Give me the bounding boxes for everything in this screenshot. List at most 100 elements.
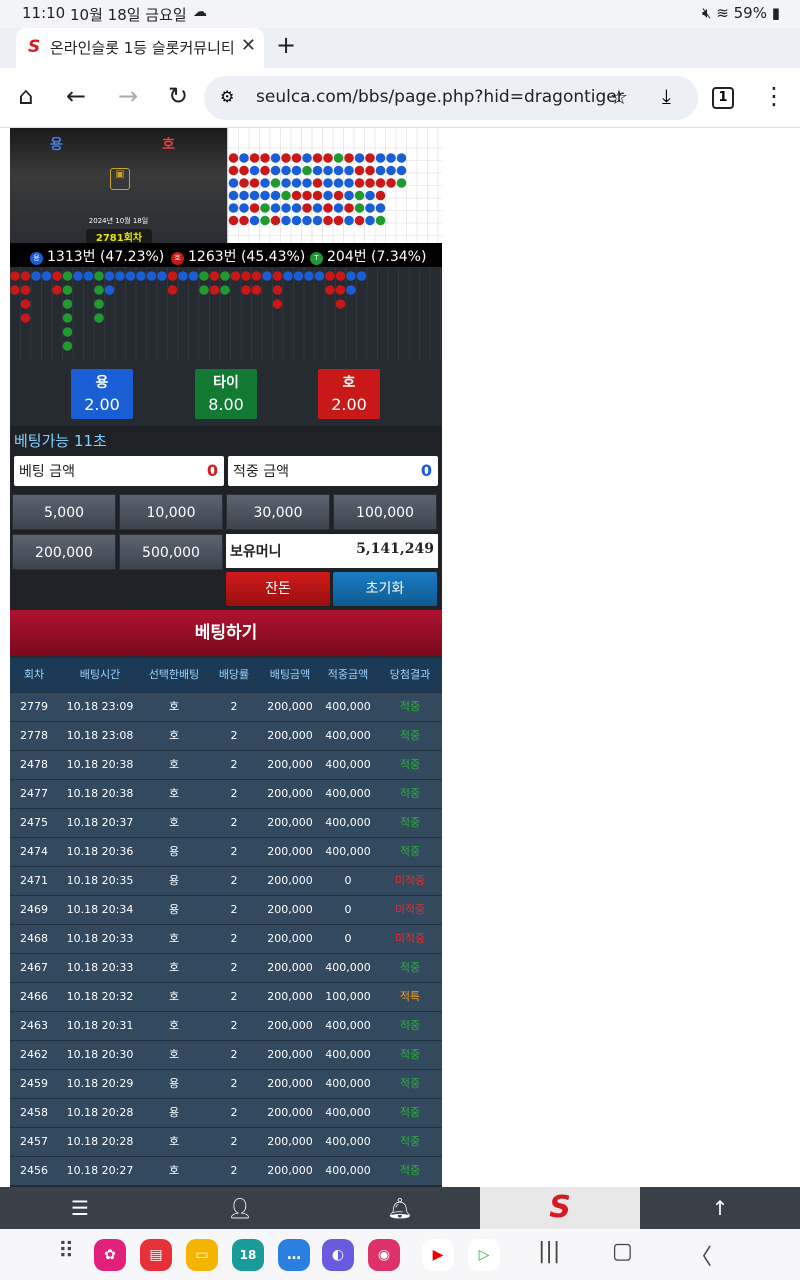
- bead-marker: [281, 203, 291, 213]
- site-logo-icon[interactable]: S: [480, 1187, 640, 1229]
- table-row: 2474 10.18 20:36 용 2 200,000 400,000 적중: [10, 837, 442, 866]
- table-cell: 2: [230, 700, 238, 713]
- table-cell: 400,000: [325, 1048, 371, 1061]
- forward-icon[interactable]: →: [114, 82, 142, 110]
- bead-marker: [344, 178, 354, 188]
- history-marker: [346, 271, 356, 281]
- home-icon[interactable]: ⌂: [12, 82, 40, 110]
- tab-title: 온라인슬롯 1등 슬롯커뮤니티 - 슬: [50, 39, 236, 57]
- bell-icon[interactable]: 🔔︎: [320, 1187, 480, 1229]
- address-bar[interactable]: ⚙ seulca.com/bbs/page.php?hid=dragontige…: [204, 76, 698, 120]
- site-settings-icon[interactable]: ⚙: [220, 87, 234, 106]
- history-marker: [62, 299, 73, 309]
- bead-marker: [333, 215, 344, 226]
- bead-marker: [333, 153, 344, 163]
- close-tab-icon[interactable]: ✕: [241, 35, 256, 56]
- stats-bar: 용 1313번 (47.23%) 호 1263번 (45.43%) T 204번 (7…: [10, 243, 442, 267]
- home-button-icon[interactable]: ▢: [612, 1239, 633, 1264]
- history-marker: [125, 271, 136, 281]
- table-row: 2778 10.18 23:08 호 2 200,000 400,000 적중: [10, 721, 442, 750]
- bead-marker: [354, 178, 365, 188]
- bead-marker: [302, 190, 312, 201]
- table-cell: 2463: [20, 1019, 48, 1032]
- change-button[interactable]: 잔돈: [226, 572, 330, 606]
- download-icon[interactable]: ⤓: [662, 84, 671, 108]
- table-cell: 2: [230, 1019, 238, 1032]
- more-menu-icon[interactable]: ⋮: [760, 82, 788, 110]
- arrow-up-icon[interactable]: ↑: [640, 1187, 800, 1229]
- history-marker: [20, 285, 31, 295]
- bead-marker: [354, 153, 365, 163]
- chip-200000-button[interactable]: 200,000: [12, 534, 116, 570]
- url-text[interactable]: seulca.com/bbs/page.php?hid=dragontiger: [256, 87, 624, 107]
- back-icon[interactable]: ←: [62, 82, 90, 110]
- history-marker: [94, 299, 104, 309]
- history-marker: [241, 285, 251, 295]
- history-marker: [199, 285, 209, 295]
- table-cell: 미적중: [394, 932, 426, 945]
- messages-app-icon[interactable]: …: [278, 1239, 310, 1271]
- table-cell: 호: [168, 990, 180, 1003]
- bet-tie-button[interactable]: 타이 8.00: [195, 369, 257, 419]
- user-icon[interactable]: 👤︎: [160, 1187, 320, 1229]
- bet-tiger-button[interactable]: 호 2.00: [318, 369, 380, 419]
- menu-icon[interactable]: ☰: [0, 1187, 160, 1229]
- camera-app-icon[interactable]: ◉: [368, 1239, 400, 1271]
- table-cell: 200,000: [267, 758, 313, 771]
- history-marker: [335, 299, 346, 309]
- internet-app-icon[interactable]: ◐: [322, 1239, 354, 1271]
- chip-10000-button[interactable]: 10,000: [119, 494, 223, 530]
- chip-500000-button[interactable]: 500,000: [119, 534, 223, 570]
- table-cell: 용: [168, 1106, 180, 1119]
- app-drawer-icon[interactable]: ⠿: [58, 1239, 74, 1264]
- place-bet-button[interactable]: 베팅하기: [10, 610, 442, 656]
- table-header: 회차 배팅시간 선택한배팅 배당률 배팅금액 적중금액 당첨결과: [10, 658, 442, 692]
- bead-marker: [270, 153, 281, 163]
- video-tiger-label: 호: [162, 137, 175, 153]
- table-cell: 적중: [399, 845, 421, 858]
- chip-100000-button[interactable]: 100,000: [333, 494, 437, 530]
- back-nav-icon[interactable]: 〈: [690, 1239, 712, 1271]
- tiger-stat: 호 1263번 (45.43%): [171, 246, 305, 266]
- table-cell: 호: [168, 787, 180, 800]
- bet-amount-label: 베팅 금액: [19, 464, 75, 480]
- bookmark-star-icon[interactable]: ☆: [610, 85, 628, 109]
- bead-marker: [249, 178, 260, 188]
- bet-amount-field[interactable]: 베팅 금액 0: [14, 456, 224, 486]
- history-marker: [178, 271, 188, 281]
- browser-tab[interactable]: S 온라인슬롯 1등 슬롯커뮤니티 - 슬 ✕: [16, 28, 264, 68]
- bead-marker: [270, 203, 281, 213]
- new-tab-icon[interactable]: +: [276, 31, 296, 59]
- reset-button[interactable]: 초기화: [333, 572, 437, 606]
- bead-marker: [281, 190, 291, 201]
- history-marker: [188, 271, 199, 281]
- bead-marker: [291, 178, 302, 188]
- table-row: 2475 10.18 20:37 호 2 200,000 400,000 적중: [10, 808, 442, 837]
- play-store-app-icon[interactable]: ▷: [468, 1239, 500, 1271]
- bead-marker: [312, 215, 323, 226]
- bead-marker: [302, 178, 312, 188]
- notes-app-icon[interactable]: ▤: [140, 1239, 172, 1271]
- tab-count-button[interactable]: 1: [712, 87, 734, 109]
- recent-apps-icon[interactable]: |||: [538, 1239, 560, 1264]
- history-marker: [20, 271, 31, 281]
- gallery-app-icon[interactable]: ✿: [94, 1239, 126, 1271]
- files-app-icon[interactable]: ▭: [186, 1239, 218, 1271]
- table-cell: 2459: [20, 1077, 48, 1090]
- calendar-app-icon[interactable]: 18: [232, 1239, 264, 1271]
- chip-5000-button[interactable]: 5,000: [12, 494, 116, 530]
- chip-30000-button[interactable]: 30,000: [226, 494, 330, 530]
- bead-marker: [260, 215, 270, 226]
- bet-dragon-button[interactable]: 용 2.00: [71, 369, 133, 419]
- table-cell: 0: [344, 874, 352, 887]
- table-cell: 0: [344, 903, 352, 916]
- reload-icon[interactable]: ↻: [164, 82, 192, 110]
- table-cell: 2: [230, 1077, 238, 1090]
- table-cell: 200,000: [267, 903, 313, 916]
- youtube-app-icon[interactable]: ▶: [422, 1239, 454, 1271]
- bead-marker: [281, 165, 291, 176]
- history-marker: [157, 271, 167, 281]
- tie-odds-value: 8.00: [208, 395, 244, 414]
- table-cell: 적중: [399, 1164, 421, 1177]
- table-cell: 2458: [20, 1106, 48, 1119]
